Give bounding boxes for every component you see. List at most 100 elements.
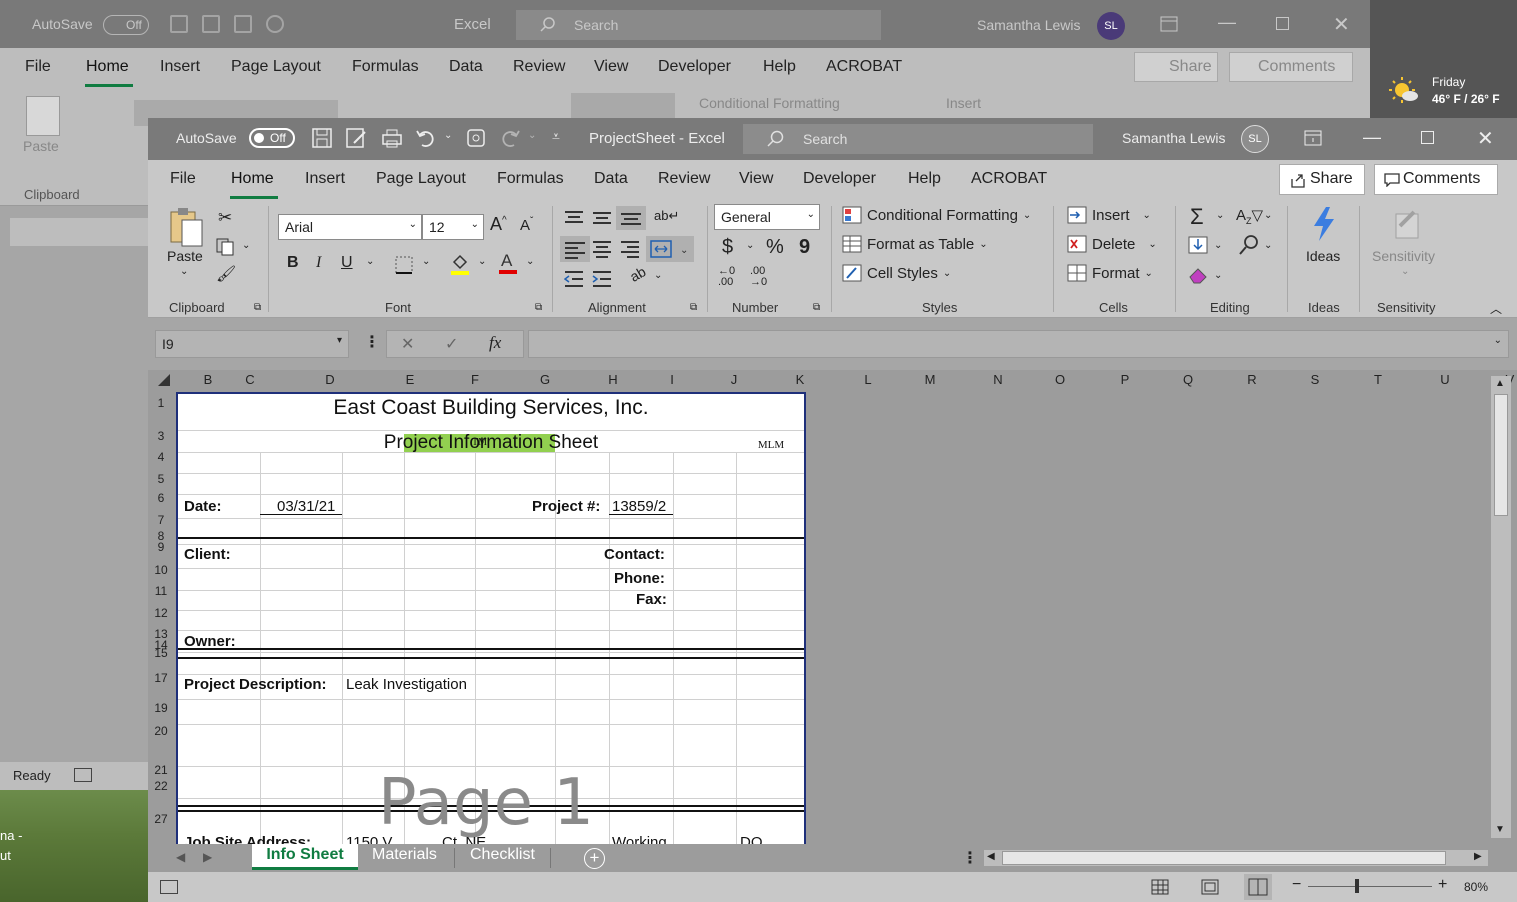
orientation-icon[interactable]: ab: [627, 263, 648, 285]
scroll-down-icon[interactable]: ▼: [1495, 824, 1505, 835]
menu-acrobat[interactable]: ACROBAT: [971, 170, 1047, 188]
formula-input[interactable]: ⌄: [528, 330, 1509, 358]
italic-icon[interactable]: I: [316, 254, 321, 272]
select-all-button[interactable]: [158, 374, 170, 386]
column-header-k[interactable]: K: [780, 370, 820, 390]
autosave-toggle[interactable]: Off: [249, 128, 295, 148]
font-name-combo[interactable]: Arial ⌄: [278, 214, 422, 240]
cut-icon[interactable]: ✂: [218, 208, 232, 228]
zoom-slider[interactable]: [1308, 886, 1432, 887]
row-header-3[interactable]: 3: [148, 429, 174, 443]
search-box[interactable]: Search: [743, 124, 1093, 154]
column-header-t[interactable]: T: [1358, 370, 1398, 390]
save-icon[interactable]: [312, 128, 332, 148]
column-header-u[interactable]: U: [1425, 370, 1465, 390]
clear-dropdown-icon[interactable]: ⌄: [1214, 270, 1222, 281]
fill-color-dropdown-icon[interactable]: ⌄: [478, 256, 486, 267]
zoom-in-icon[interactable]: +: [1438, 876, 1447, 894]
insert-cells-button[interactable]: Insert ⌄: [1067, 206, 1151, 224]
delete-cells-button[interactable]: Delete ⌄: [1067, 235, 1157, 253]
bg-insert-cells[interactable]: Insert: [946, 95, 981, 111]
decrease-decimal-icon[interactable]: .00 →0: [750, 266, 767, 288]
insert-function-icon[interactable]: fx: [489, 333, 501, 353]
bg-maximize-icon[interactable]: [1276, 17, 1289, 30]
bg-save-as-icon[interactable]: [202, 15, 220, 33]
name-box[interactable]: I9 ▾: [155, 330, 349, 358]
bg-menu-data[interactable]: Data: [449, 58, 483, 76]
font-color-dropdown-icon[interactable]: ⌄: [526, 256, 534, 267]
bg-autosave-toggle[interactable]: Off: [103, 15, 149, 35]
tab-split-handle-icon[interactable]: ⋮: [962, 848, 978, 868]
print-area[interactable]: East Coast Building Services, Inc. Proje…: [176, 392, 806, 844]
date-value[interactable]: 03/31/21: [277, 498, 335, 515]
font-launcher-icon[interactable]: ⧉: [535, 302, 542, 313]
accounting-format-icon[interactable]: $: [722, 236, 733, 259]
menu-data[interactable]: Data: [594, 170, 628, 188]
column-header-e[interactable]: E: [390, 370, 430, 390]
page-break-preview-icon[interactable]: [1244, 874, 1272, 900]
column-header-p[interactable]: P: [1105, 370, 1145, 390]
accounting-dropdown-icon[interactable]: ⌄: [746, 240, 754, 251]
bg-paste-label[interactable]: Paste: [23, 138, 59, 154]
bg-name-box[interactable]: [10, 218, 148, 246]
scroll-left-icon[interactable]: ◀: [987, 851, 995, 862]
row-header-19[interactable]: 19: [148, 701, 174, 715]
top-align-icon[interactable]: [564, 210, 584, 226]
column-header-i[interactable]: I: [652, 370, 692, 390]
increase-decimal-icon[interactable]: ←0.00: [718, 266, 735, 288]
worksheet-grid[interactable]: BCDEFGHIJKLMNOPQRSTUV 134567891011121314…: [148, 370, 1517, 844]
bg-ribbon-display-icon[interactable]: [1160, 16, 1178, 32]
merge-center-icon[interactable]: ⌄: [646, 236, 694, 262]
percent-style-icon[interactable]: %: [766, 236, 784, 259]
wrap-text-icon[interactable]: ab↵: [654, 208, 679, 224]
vertical-scrollbar[interactable]: ▲ ▼: [1491, 376, 1511, 838]
minimize-icon[interactable]: —: [1363, 127, 1381, 148]
sort-filter-dropdown-icon[interactable]: ⌄: [1264, 210, 1272, 221]
borders-icon[interactable]: [395, 256, 413, 274]
menu-help[interactable]: Help: [908, 170, 941, 188]
row-header-27[interactable]: 27: [148, 812, 174, 826]
column-header-h[interactable]: H: [593, 370, 633, 390]
sensitivity-button[interactable]: Sensitivity: [1372, 248, 1435, 264]
row-header-5[interactable]: 5: [148, 472, 174, 486]
column-header-j[interactable]: J: [714, 370, 754, 390]
decrease-font-size-icon[interactable]: Aˇ: [520, 216, 533, 234]
bg-close-icon[interactable]: ✕: [1333, 12, 1350, 37]
align-left-icon[interactable]: [560, 236, 590, 262]
column-header-m[interactable]: M: [910, 370, 950, 390]
decrease-indent-icon[interactable]: [564, 270, 584, 288]
column-header-d[interactable]: D: [310, 370, 350, 390]
orientation-dropdown-icon[interactable]: ⌄: [654, 270, 662, 281]
menu-file[interactable]: File: [170, 170, 196, 188]
row-header-10[interactable]: 10: [148, 563, 174, 577]
horizontal-scrollbar[interactable]: ◀ ▶: [984, 850, 1488, 866]
menu-review[interactable]: Review: [658, 170, 710, 188]
save-as-icon[interactable]: [346, 128, 366, 148]
column-header-o[interactable]: O: [1040, 370, 1080, 390]
bg-print-icon[interactable]: [234, 15, 252, 33]
bg-menu-page-layout[interactable]: Page Layout: [231, 58, 321, 76]
clipboard-launcher-icon[interactable]: ⧉: [254, 302, 261, 313]
zoom-slider-thumb[interactable]: [1355, 879, 1359, 893]
middle-align-icon[interactable]: [592, 210, 612, 226]
zoom-level[interactable]: 80%: [1464, 880, 1488, 894]
cell-styles-button[interactable]: Cell Styles ⌄: [842, 264, 951, 282]
conditional-formatting-button[interactable]: Conditional Formatting ⌄: [842, 206, 1031, 224]
font-color-icon[interactable]: A: [498, 250, 518, 276]
copy-dropdown-icon[interactable]: ⌄: [242, 240, 250, 251]
comma-style-icon[interactable]: 9: [799, 236, 810, 259]
increase-indent-icon[interactable]: [592, 270, 612, 288]
menu-page-layout[interactable]: Page Layout: [376, 170, 466, 188]
scroll-right-icon[interactable]: ▶: [1474, 851, 1482, 862]
column-header-r[interactable]: R: [1232, 370, 1272, 390]
cancel-entry-icon[interactable]: ✕: [401, 334, 414, 354]
customize-qat-icon[interactable]: ⩡: [552, 128, 560, 145]
column-header-q[interactable]: Q: [1168, 370, 1208, 390]
menu-insert[interactable]: Insert: [305, 170, 345, 188]
tab-scroll-right-icon[interactable]: ▶: [203, 850, 212, 864]
borders-dropdown-icon[interactable]: ⌄: [422, 256, 430, 267]
number-format-combo[interactable]: General ⌄: [714, 204, 820, 230]
vertical-scroll-thumb[interactable]: [1494, 394, 1508, 516]
ideas-lightning-icon[interactable]: [1310, 206, 1338, 242]
increase-font-size-icon[interactable]: A^: [490, 214, 507, 235]
